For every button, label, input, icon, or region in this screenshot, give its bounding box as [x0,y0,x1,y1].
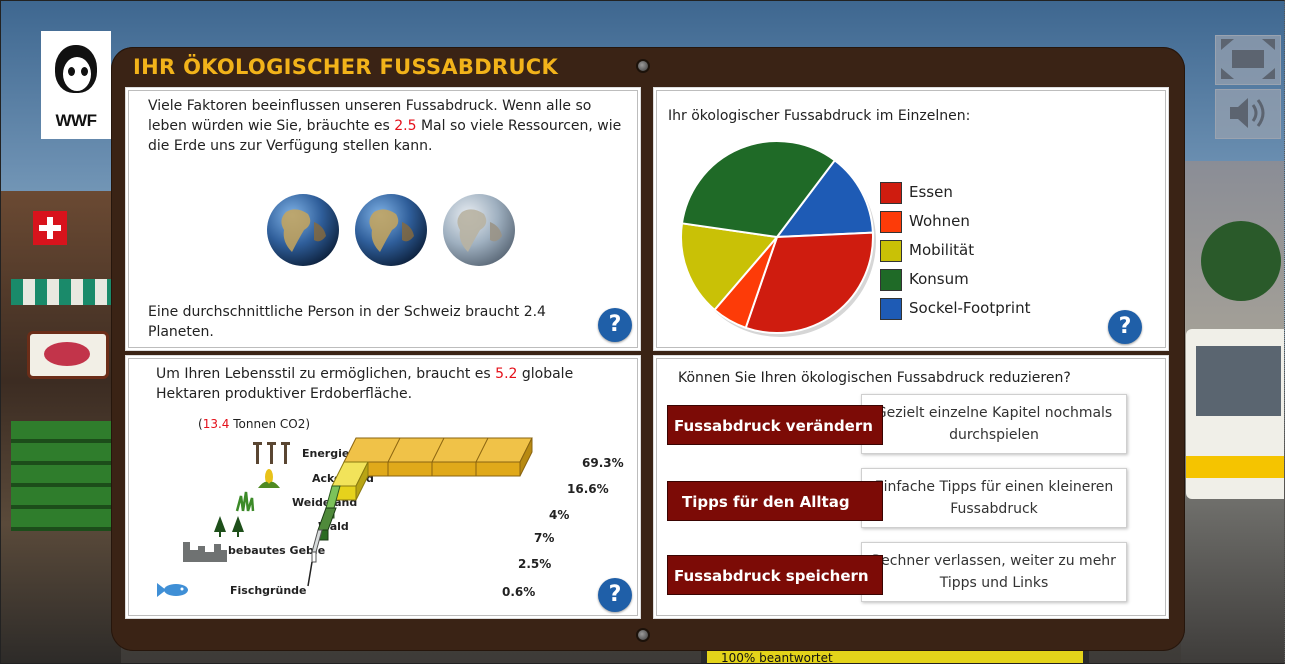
pie-panel: Ihr ökologischer Fussabdruck im Einzelne… [653,87,1169,351]
action-description: Rechner verlassen, weiter zu mehr Tipps … [861,542,1127,602]
panda-eye [81,67,88,76]
sound-button[interactable] [1215,89,1281,139]
logo-text: WWF [55,111,97,130]
land-use-bar-chart [307,437,533,587]
legend-item: Wohnen [880,209,1080,235]
hectares-value: 5.2 [495,366,518,382]
wwf-logo: WWF [41,31,111,139]
board-screw [636,59,650,73]
category-percent: 16.6% [567,482,609,496]
globe-icon [355,194,427,266]
legend-label: Sockel-Footprint [909,299,1031,317]
bar-energieflaeche [343,437,533,477]
trees-icon [214,516,244,537]
globes-graphic [267,194,515,266]
corn-icon [258,469,280,488]
panda-eye [68,67,75,76]
category-label: Fischgründe [230,584,307,597]
legend-swatch [880,298,902,320]
help-button[interactable]: ? [598,308,632,342]
hectares-text-before: Um Ihren Lebensstil zu ermöglichen, brau… [156,366,496,382]
speaker-icon [1230,98,1265,128]
globe-icon [267,194,339,266]
grass-icon [235,491,255,512]
category-percent: 2.5% [518,557,552,571]
power-pylon-icon [253,442,290,464]
swiss-flag-image [33,211,67,245]
globe-icon [443,194,515,266]
save-footprint-button[interactable]: Fussabdruck speichern [667,555,883,595]
tree-image [1201,221,1281,301]
legend-swatch [880,240,902,262]
change-footprint-button[interactable]: Fussabdruck verändern [667,405,883,445]
board-screw [636,628,650,642]
category-percent: 0.6% [502,585,536,599]
fullscreen-button[interactable] [1215,35,1281,85]
legend-swatch [880,182,902,204]
market-awning [11,279,121,305]
planets-value: 2.5 [394,118,417,134]
category-percent: 4% [549,508,570,522]
action-description: Gezielt einzelne Kapitel nochmals durchs… [861,394,1127,454]
legend-label: Wohnen [909,212,970,230]
legend-item: Konsum [880,267,1080,293]
planets-text: Viele Faktoren beeinflussen unseren Fuss… [148,96,628,156]
action-description: Einfache Tipps für einen kleineren Fussa… [861,468,1127,528]
daily-tips-button[interactable]: Tipps für den Alltag [667,481,883,521]
legend-swatch [880,211,902,233]
bus-window [1196,346,1281,416]
legend-label: Essen [909,183,953,201]
fish-icon [157,583,188,597]
result-board: IHR ÖKOLOGISCHER FUSSABDRUCK Viele Fakto… [111,47,1185,651]
co2-value: 13.4 [202,417,230,431]
page-title: IHR ÖKOLOGISCHER FUSSABDRUCK [133,55,559,79]
buildings-icon [183,542,227,562]
hectares-panel: Um Ihren Lebensstil zu ermöglichen, brau… [125,355,641,619]
fullscreen-icon [1221,39,1275,79]
pie-heading: Ihr ökologischer Fussabdruck im Einzelne… [668,108,971,124]
legend-label: Konsum [909,270,969,288]
legend-swatch [880,269,902,291]
average-person-text: Eine durchschnittliche Person in der Sch… [148,304,546,340]
legend-item: Sockel-Footprint [880,296,1080,322]
app-viewport: WWF 100% beantwortet IHR ÖKOLOGISCHER FU… [0,0,1285,664]
vegetable-crates-image [11,421,121,531]
progress-track: 100% beantwortet [707,651,1083,664]
footprint-pie-chart [680,140,876,337]
help-button[interactable]: ? [598,578,632,612]
category-percent: 7% [534,531,555,545]
legend-item: Essen [880,180,1080,206]
bus-stripe [1186,456,1284,478]
legend-item: Mobilität [880,238,1080,264]
co2-rest: Tonnen CO2) [229,417,311,431]
hectares-text: Um Ihren Lebensstil zu ermöglichen, brau… [156,364,626,404]
category-percent: 69.3% [582,456,624,470]
bar-bebautes-gebiet [311,529,323,563]
progress-bar: 100% beantwortet [701,649,1089,664]
help-button[interactable]: ? [1108,310,1142,344]
co2-text: (13.4 Tonnen CO2) [198,414,310,434]
progress-label: 100% beantwortet [721,651,833,664]
legend-label: Mobilität [909,241,975,259]
reduce-heading: Können Sie Ihren ökologischen Fussabdruc… [678,370,1071,386]
bar-fischgruende [307,561,313,587]
planets-panel: Viele Faktoren beeinflussen unseren Fuss… [125,87,641,351]
butcher-sign-image [27,331,109,379]
